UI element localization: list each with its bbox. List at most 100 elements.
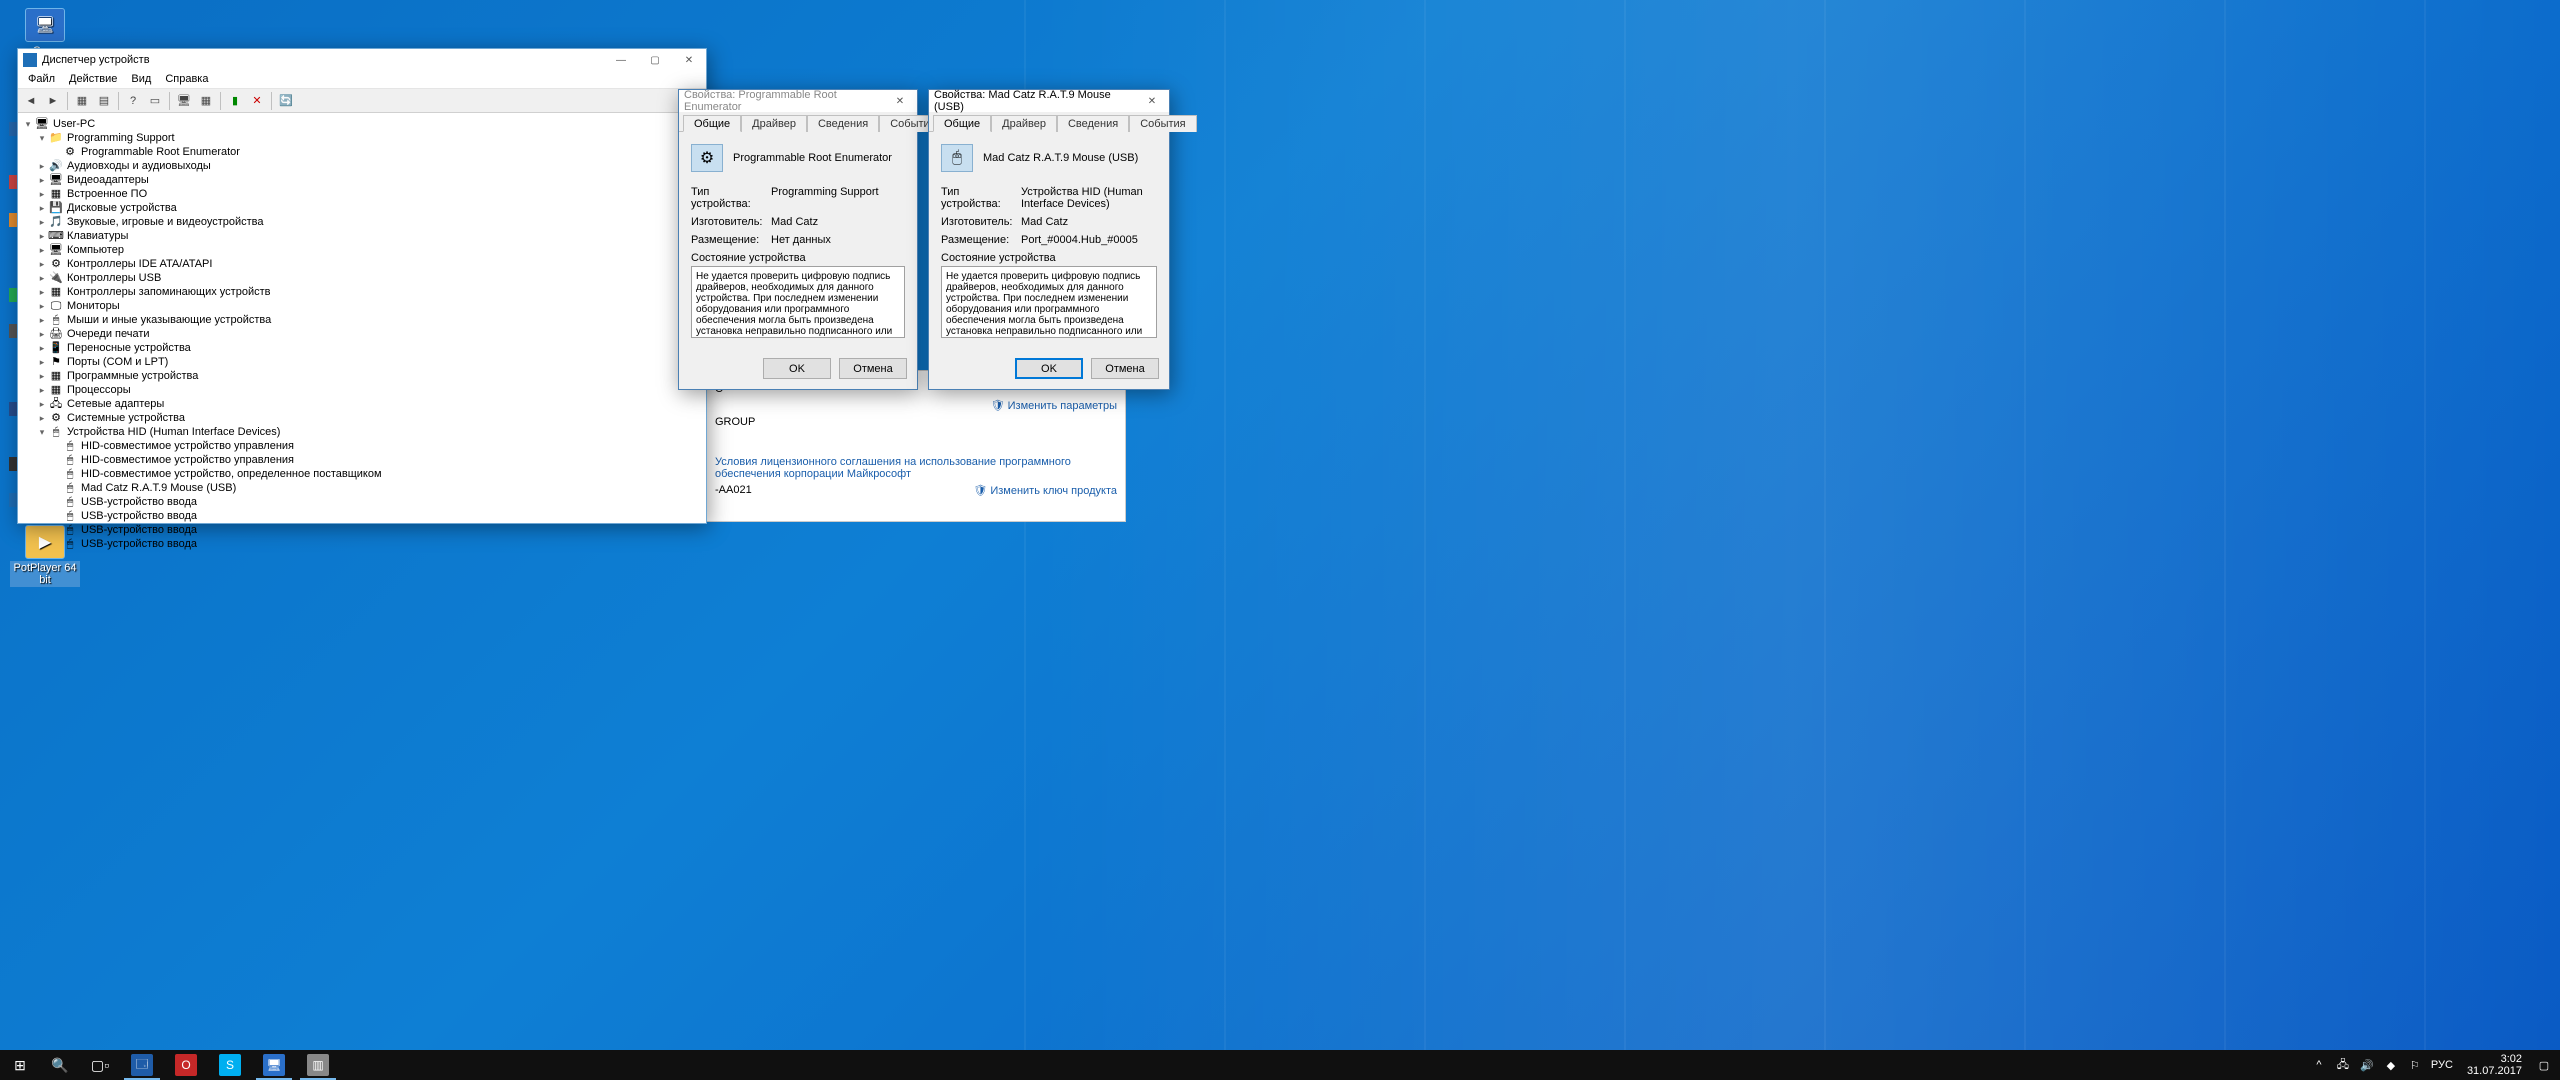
- tray-overflow-icon[interactable]: ^: [2311, 1057, 2327, 1073]
- change-product-key-link[interactable]: 🛡 Изменить ключ продукта: [973, 484, 1117, 497]
- view-button[interactable]: ▤: [94, 91, 114, 111]
- tree-category[interactable]: ▸⚙Контроллеры IDE ATA/ATAPI: [20, 257, 704, 271]
- expand-arrow-icon[interactable]: ▸: [36, 355, 48, 369]
- tree-root[interactable]: ▾🖥User-PC: [20, 117, 704, 131]
- tree-category[interactable]: ▸▦Контроллеры запоминающих устройств: [20, 285, 704, 299]
- tree-hid-device[interactable]: 🖱HID-совместимое устройство управления: [20, 453, 704, 467]
- expand-arrow-icon[interactable]: ▸: [36, 159, 48, 173]
- eula-link[interactable]: Условия лицензионного соглашения на испо…: [715, 456, 1071, 480]
- taskbar-clock[interactable]: 3:02 31.07.2017: [2461, 1053, 2528, 1077]
- expand-arrow-icon[interactable]: ▸: [36, 201, 48, 215]
- tree-hid-device[interactable]: 🖱HID-совместимое устройство, определенно…: [20, 467, 704, 481]
- expand-arrow-icon[interactable]: ▸: [36, 173, 48, 187]
- titlebar[interactable]: Диспетчер устройств — ▢ ✕: [18, 49, 706, 71]
- expand-arrow-icon[interactable]: ▸: [36, 341, 48, 355]
- cancel-button[interactable]: Отмена: [1091, 358, 1159, 379]
- tree-hid-device[interactable]: 🖱USB-устройство ввода: [20, 509, 704, 523]
- device-tree[interactable]: ▾🖥User-PC▾📁Programming Support⚙Programma…: [18, 113, 706, 555]
- tab-driver[interactable]: Драйвер: [741, 115, 807, 132]
- tree-hid-category[interactable]: ▾🖱Устройства HID (Human Interface Device…: [20, 425, 704, 439]
- titlebar[interactable]: Свойства: Programmable Root Enumerator ✕: [679, 90, 917, 112]
- taskbar-app-settings[interactable]: 🖥: [252, 1050, 296, 1080]
- expand-arrow-icon[interactable]: ▸: [36, 187, 48, 201]
- tab-general[interactable]: Общие: [933, 115, 991, 132]
- tree-category[interactable]: ▸⚙Системные устройства: [20, 411, 704, 425]
- expand-arrow-icon[interactable]: ▾: [36, 425, 48, 439]
- start-button[interactable]: ⊞: [0, 1050, 40, 1080]
- cancel-button[interactable]: Отмена: [839, 358, 907, 379]
- tree-category[interactable]: ▸🖨Очереди печати: [20, 327, 704, 341]
- tree-hid-device[interactable]: 🖱USB-устройство ввода: [20, 523, 704, 537]
- ok-button[interactable]: OK: [763, 358, 831, 379]
- forward-button[interactable]: ►: [43, 91, 63, 111]
- properties-button[interactable]: ▭: [145, 91, 165, 111]
- tree-category[interactable]: ▸💾Дисковые устройства: [20, 201, 704, 215]
- expand-arrow-icon[interactable]: ▸: [36, 411, 48, 425]
- expand-arrow-icon[interactable]: ▸: [36, 327, 48, 341]
- minimize-button[interactable]: —: [604, 49, 638, 71]
- status-textbox[interactable]: Не удается проверить цифровую подпись др…: [691, 266, 905, 338]
- expand-arrow-icon[interactable]: ▸: [36, 243, 48, 257]
- close-button[interactable]: ✕: [1135, 90, 1169, 112]
- action-center-icon[interactable]: ▢: [2536, 1057, 2552, 1073]
- tree-category[interactable]: ▸🖧Сетевые адаптеры: [20, 397, 704, 411]
- expand-arrow-icon[interactable]: ▸: [36, 313, 48, 327]
- tree-programming-support[interactable]: ▾📁Programming Support: [20, 131, 704, 145]
- system-tray[interactable]: ^ 🖧 🔊 ◆ ⚐ РУС 3:02 31.07.2017 ▢: [2303, 1053, 2560, 1077]
- update-button[interactable]: ▦: [196, 91, 216, 111]
- menu-file[interactable]: Файл: [21, 71, 62, 88]
- tray-volume-icon[interactable]: 🔊: [2359, 1057, 2375, 1073]
- expand-arrow-icon[interactable]: ▸: [36, 215, 48, 229]
- tree-hid-device[interactable]: 🖱USB-устройство ввода: [20, 537, 704, 551]
- status-textbox[interactable]: Не удается проверить цифровую подпись др…: [941, 266, 1157, 338]
- tree-category[interactable]: ▸▦Процессоры: [20, 383, 704, 397]
- expand-arrow-icon[interactable]: ▸: [36, 257, 48, 271]
- search-button[interactable]: 🔍: [40, 1050, 80, 1080]
- expand-arrow-icon[interactable]: ▸: [36, 397, 48, 411]
- tree-category[interactable]: ▸🔌Контроллеры USB: [20, 271, 704, 285]
- show-hidden-button[interactable]: ▦: [72, 91, 92, 111]
- tray-app-icon[interactable]: ⚐: [2407, 1057, 2423, 1073]
- tree-programmable-enumerator[interactable]: ⚙Programmable Root Enumerator: [20, 145, 704, 159]
- menu-help[interactable]: Справка: [158, 71, 215, 88]
- refresh-button[interactable]: 🔄: [276, 91, 296, 111]
- taskbar-app-opera[interactable]: O: [164, 1050, 208, 1080]
- tree-category[interactable]: ▸▦Программные устройства: [20, 369, 704, 383]
- tab-details[interactable]: Сведения: [1057, 115, 1129, 132]
- expand-arrow-icon[interactable]: ▸: [36, 229, 48, 243]
- tree-category[interactable]: ▸🖥Видеоадаптеры: [20, 173, 704, 187]
- scan-button[interactable]: 🖥: [174, 91, 194, 111]
- enable-button[interactable]: ▮: [225, 91, 245, 111]
- expand-arrow-icon[interactable]: ▸: [36, 369, 48, 383]
- titlebar[interactable]: Свойства: Mad Catz R.A.T.9 Mouse (USB) ✕: [929, 90, 1169, 112]
- tree-category[interactable]: ▸🖵Мониторы: [20, 299, 704, 313]
- tree-hid-device[interactable]: 🖱Mad Catz R.A.T.9 Mouse (USB): [20, 481, 704, 495]
- tab-details[interactable]: Сведения: [807, 115, 879, 132]
- tree-category[interactable]: ▸⌨Клавиатуры: [20, 229, 704, 243]
- menu-view[interactable]: Вид: [124, 71, 158, 88]
- expand-arrow-icon[interactable]: ▸: [36, 285, 48, 299]
- tree-category[interactable]: ▸🎵Звуковые, игровые и видеоустройства: [20, 215, 704, 229]
- maximize-button[interactable]: ▢: [638, 49, 672, 71]
- expand-arrow-icon[interactable]: ▾: [36, 131, 48, 145]
- expand-arrow-icon[interactable]: ▾: [22, 117, 34, 131]
- tree-category[interactable]: ▸🖥Компьютер: [20, 243, 704, 257]
- menu-action[interactable]: Действие: [62, 71, 124, 88]
- tray-language[interactable]: РУС: [2431, 1059, 2453, 1071]
- uninstall-button[interactable]: ✕: [247, 91, 267, 111]
- change-params-link[interactable]: 🛡 Изменить параметры: [991, 400, 1117, 412]
- ok-button[interactable]: OK: [1015, 358, 1083, 379]
- tray-app-icon[interactable]: ◆: [2383, 1057, 2399, 1073]
- tab-general[interactable]: Общие: [683, 115, 741, 132]
- tree-category[interactable]: ▸🖱Мыши и иные указывающие устройства: [20, 313, 704, 327]
- tab-events[interactable]: События: [1129, 115, 1196, 132]
- tree-category[interactable]: ▸⚑Порты (COM и LPT): [20, 355, 704, 369]
- help-button[interactable]: ?: [123, 91, 143, 111]
- close-button[interactable]: ✕: [672, 49, 706, 71]
- back-button[interactable]: ◄: [21, 91, 41, 111]
- tab-driver[interactable]: Драйвер: [991, 115, 1057, 132]
- tree-category[interactable]: ▸▦Встроенное ПО: [20, 187, 704, 201]
- taskbar-app-skype[interactable]: S: [208, 1050, 252, 1080]
- tree-hid-device[interactable]: 🖱HID-совместимое устройство управления: [20, 439, 704, 453]
- expand-arrow-icon[interactable]: ▸: [36, 383, 48, 397]
